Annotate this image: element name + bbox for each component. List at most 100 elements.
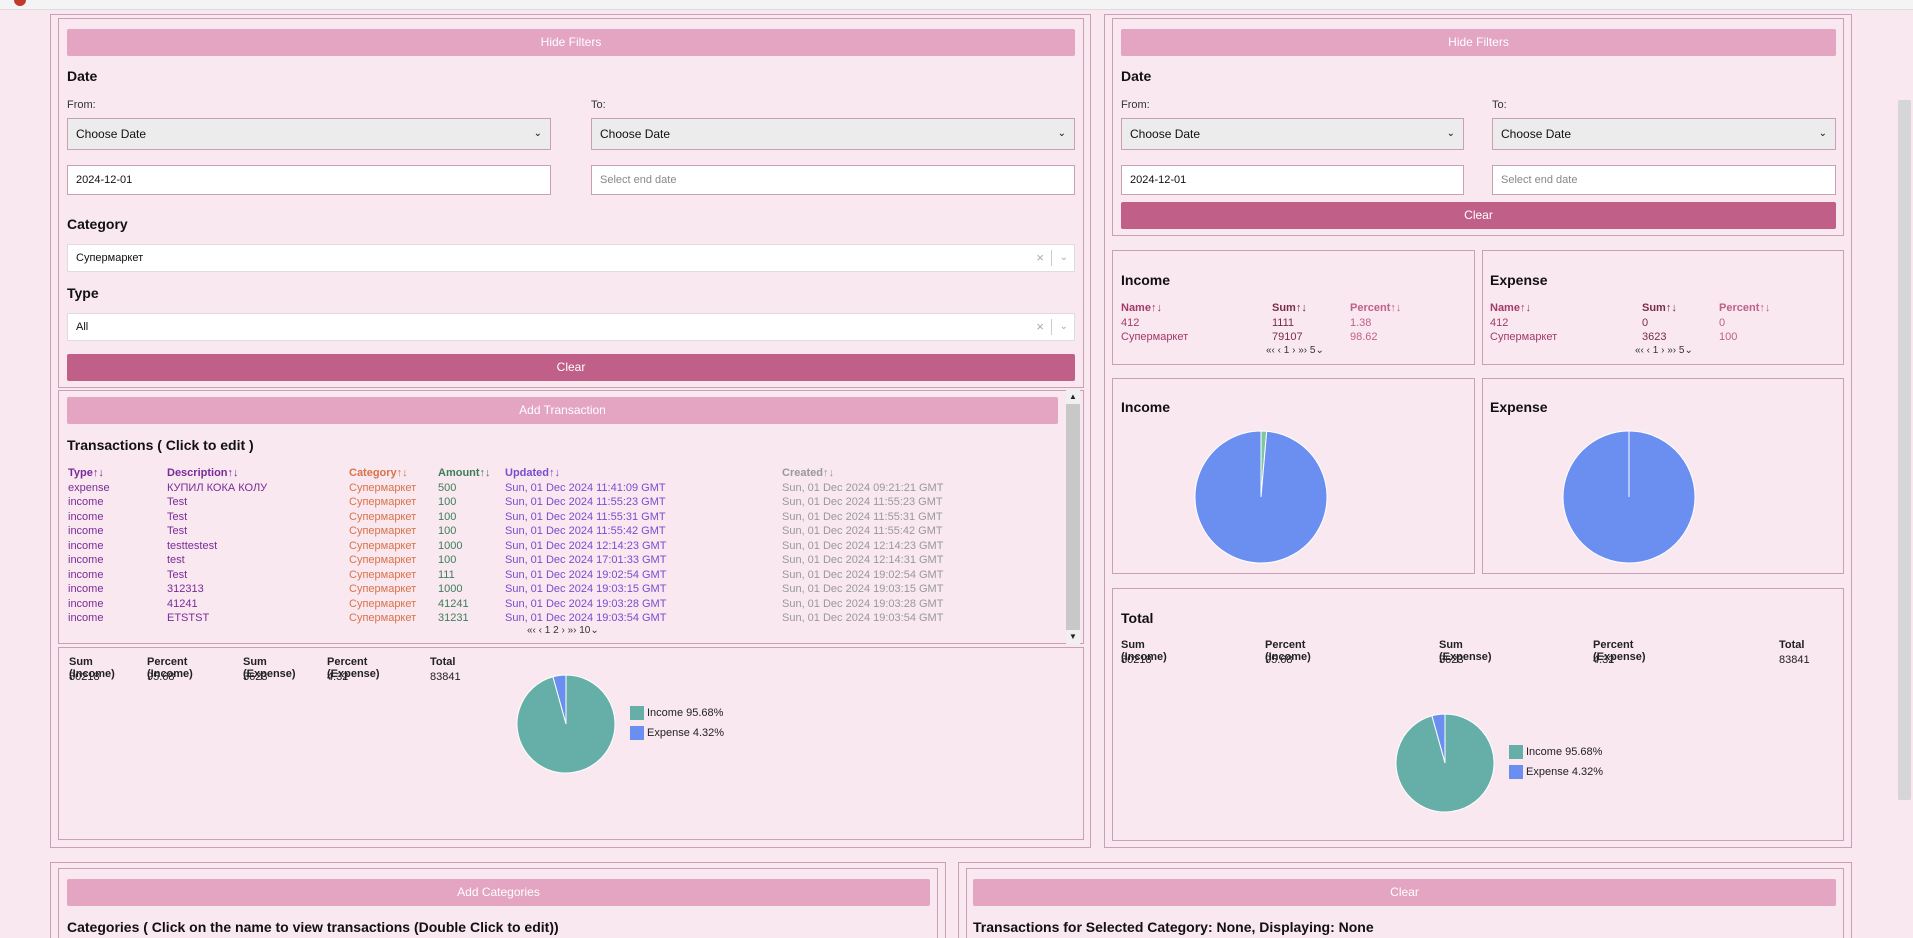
scroll-up-icon[interactable]: ▲ [1066, 390, 1080, 404]
expense-pie-title: Expense [1490, 399, 1548, 415]
table-cell: 100 [1719, 331, 1738, 344]
table-row[interactable]: 412 1111 1.38 [1121, 316, 1401, 331]
percent-income-value: 95.68 [147, 671, 175, 683]
chevron-down-icon: ⌄ [1057, 128, 1066, 139]
right-end-date-input[interactable]: Select end date [1492, 165, 1836, 195]
income-pager[interactable]: «‹ ‹ 1 › »› 5⌄ [1266, 345, 1324, 356]
hide-filters-button[interactable]: Hide Filters [67, 29, 1075, 56]
table-row[interactable]: Супермаркет 79107 98.62 [1121, 330, 1401, 345]
scroll-down-icon[interactable]: ▼ [1066, 630, 1080, 644]
to-label: To: [591, 99, 606, 111]
legend-expense-label: Expense 4.32% [1526, 765, 1604, 778]
table-row[interactable]: income ETSTST Супермаркет 31231 Sun, 01 Dec … [68, 611, 943, 626]
table-row[interactable]: 412 0 0 [1490, 316, 1770, 331]
header-amount[interactable]: Amount↑↓ [438, 466, 505, 481]
end-date-input[interactable]: Select end date [591, 165, 1075, 195]
header-name[interactable]: Name↑↓ [1490, 301, 1642, 316]
table-cell: Sun, 01 Dec 2024 11:55:23 GMT [782, 496, 943, 509]
table-row[interactable]: income Test Супермаркет 100 Sun, 01 Dec 2024… [68, 510, 943, 525]
table-row[interactable]: income Test Супермаркет 111 Sun, 01 Dec 2024… [68, 568, 943, 583]
table-header-row: Name↑↓ Sum↑↓ Percent↑↓ [1490, 301, 1770, 316]
hide-filters-button-right[interactable]: Hide Filters [1121, 29, 1836, 56]
table-cell: testtestest [167, 539, 218, 552]
header-percent[interactable]: Percent↑↓ [1719, 301, 1770, 316]
selected-category-clear-button[interactable]: Clear [973, 879, 1836, 906]
header-name[interactable]: Name↑↓ [1121, 301, 1272, 316]
table-cell: income [68, 510, 104, 523]
table-row[interactable]: income 41241 Супермаркет 41241 Sun, 01 Dec 2… [68, 597, 943, 612]
clear-icon[interactable]: × [1036, 245, 1044, 271]
table-row[interactable]: income test Супермаркет 100 Sun, 01 Dec 2024… [68, 553, 943, 568]
right-start-date-input[interactable]: 2024-12-01 [1121, 165, 1464, 195]
table-cell: Sun, 01 Dec 2024 19:02:54 GMT [782, 568, 944, 581]
start-date-input[interactable]: 2024-12-01 [67, 165, 551, 195]
table-row[interactable]: income Test Супермаркет 100 Sun, 01 Dec 2024… [68, 495, 943, 510]
pie-slice-income[interactable] [516, 674, 616, 774]
table-cell: income [68, 525, 104, 538]
category-select[interactable]: Супермаркет × ⌄ [67, 244, 1075, 272]
chevron-down-icon[interactable]: ⌄ [1060, 314, 1068, 340]
right-clear-button[interactable]: Clear [1121, 202, 1836, 229]
right-from-select-value: Choose Date [1130, 127, 1201, 141]
total-percent-income-value: 95.68 [1265, 654, 1293, 666]
income-table: Name↑↓ Sum↑↓ Percent↑↓ 412 1111 1.38 Суперм… [1121, 301, 1401, 345]
table-cell: 100 [438, 554, 457, 567]
expense-pie-chart [1562, 430, 1696, 564]
from-select-value: Choose Date [76, 127, 147, 141]
income-expense-pie-chart [516, 674, 616, 774]
total-total-header: Total [1779, 639, 1805, 651]
header-type[interactable]: Type↑↓ [68, 466, 167, 481]
chevron-down-icon: ⌄ [533, 128, 542, 139]
header-percent[interactable]: Percent↑↓ [1350, 301, 1401, 316]
pie-slice-income[interactable] [1395, 713, 1495, 813]
table-cell: 500 [438, 481, 457, 494]
table-row[interactable]: income 312313 Супермаркет 1000 Sun, 01 Dec 2… [68, 582, 943, 597]
table-cell: Sun, 01 Dec 2024 12:14:23 GMT [505, 539, 667, 552]
table-row[interactable]: Супермаркет 3623 100 [1490, 330, 1770, 345]
table-cell: 79107 [1272, 331, 1303, 344]
table-row[interactable]: income Test Супермаркет 100 Sun, 01 Dec 2024… [68, 524, 943, 539]
clear-icon[interactable]: × [1036, 314, 1044, 340]
table-cell: income [68, 612, 104, 625]
table-cell: Супермаркет [1490, 331, 1558, 344]
category-value: Супермаркет [76, 252, 144, 264]
header-category[interactable]: Category↑↓ [349, 466, 438, 481]
right-to-date-select[interactable]: Choose Date ⌄ [1492, 118, 1836, 150]
table-cell: Sun, 01 Dec 2024 11:55:31 GMT [782, 510, 943, 523]
table-row[interactable]: income testtestest Супермаркет 1000 Sun, 01 … [68, 539, 943, 554]
table-cell: income [68, 568, 104, 581]
transactions-title: Transactions ( Click to edit ) [67, 437, 254, 453]
transactions-table: Type↑↓ Description↑↓ Category↑↓ Amount↑↓… [68, 466, 943, 626]
table-cell: Sun, 01 Dec 2024 19:02:54 GMT [505, 568, 667, 581]
clear-filters-button[interactable]: Clear [67, 354, 1075, 381]
divider [1051, 250, 1052, 266]
to-date-select[interactable]: Choose Date ⌄ [591, 118, 1075, 150]
right-from-date-select[interactable]: Choose Date ⌄ [1121, 118, 1464, 150]
transactions-pager[interactable]: «‹ ‹ 1 2 › »› 10⌄ [527, 625, 599, 636]
table-cell: Супермаркет [349, 525, 417, 538]
header-updated[interactable]: Updated↑↓ [505, 466, 782, 481]
legend-income-label: Income 95.68% [1526, 745, 1603, 758]
total-percent-expense-value: 4.32 [1593, 654, 1615, 666]
type-select[interactable]: All × ⌄ [67, 313, 1075, 341]
page-scrollbar[interactable] [1898, 100, 1911, 800]
add-categories-button[interactable]: Add Categories [67, 879, 930, 906]
add-transaction-button[interactable]: Add Transaction [67, 397, 1058, 424]
table-cell: Sun, 01 Dec 2024 11:55:42 GMT [782, 525, 943, 538]
header-sum[interactable]: Sum↑↓ [1272, 301, 1350, 316]
table-cell: Sun, 01 Dec 2024 19:03:15 GMT [505, 583, 667, 596]
legend-swatch-income [630, 706, 644, 720]
header-created[interactable]: Created↑↓ [782, 466, 943, 481]
table-cell: 100 [438, 496, 457, 509]
table-cell: expense [68, 481, 110, 494]
table-cell: 41241 [438, 597, 469, 610]
chevron-down-icon: ⌄ [1446, 128, 1455, 139]
table-cell: 1111 [1272, 316, 1295, 329]
header-sum[interactable]: Sum↑↓ [1642, 301, 1719, 316]
transactions-scrollbar[interactable]: ▲ ▼ [1066, 390, 1080, 644]
table-row[interactable]: expense КУПИЛ КОКА КОЛУ Супермаркет 500 Sun,… [68, 481, 943, 496]
expense-pager[interactable]: «‹ ‹ 1 › »› 5⌄ [1635, 345, 1693, 356]
header-description[interactable]: Description↑↓ [167, 466, 349, 481]
chevron-down-icon[interactable]: ⌄ [1060, 245, 1068, 271]
from-date-select[interactable]: Choose Date ⌄ [67, 118, 551, 150]
